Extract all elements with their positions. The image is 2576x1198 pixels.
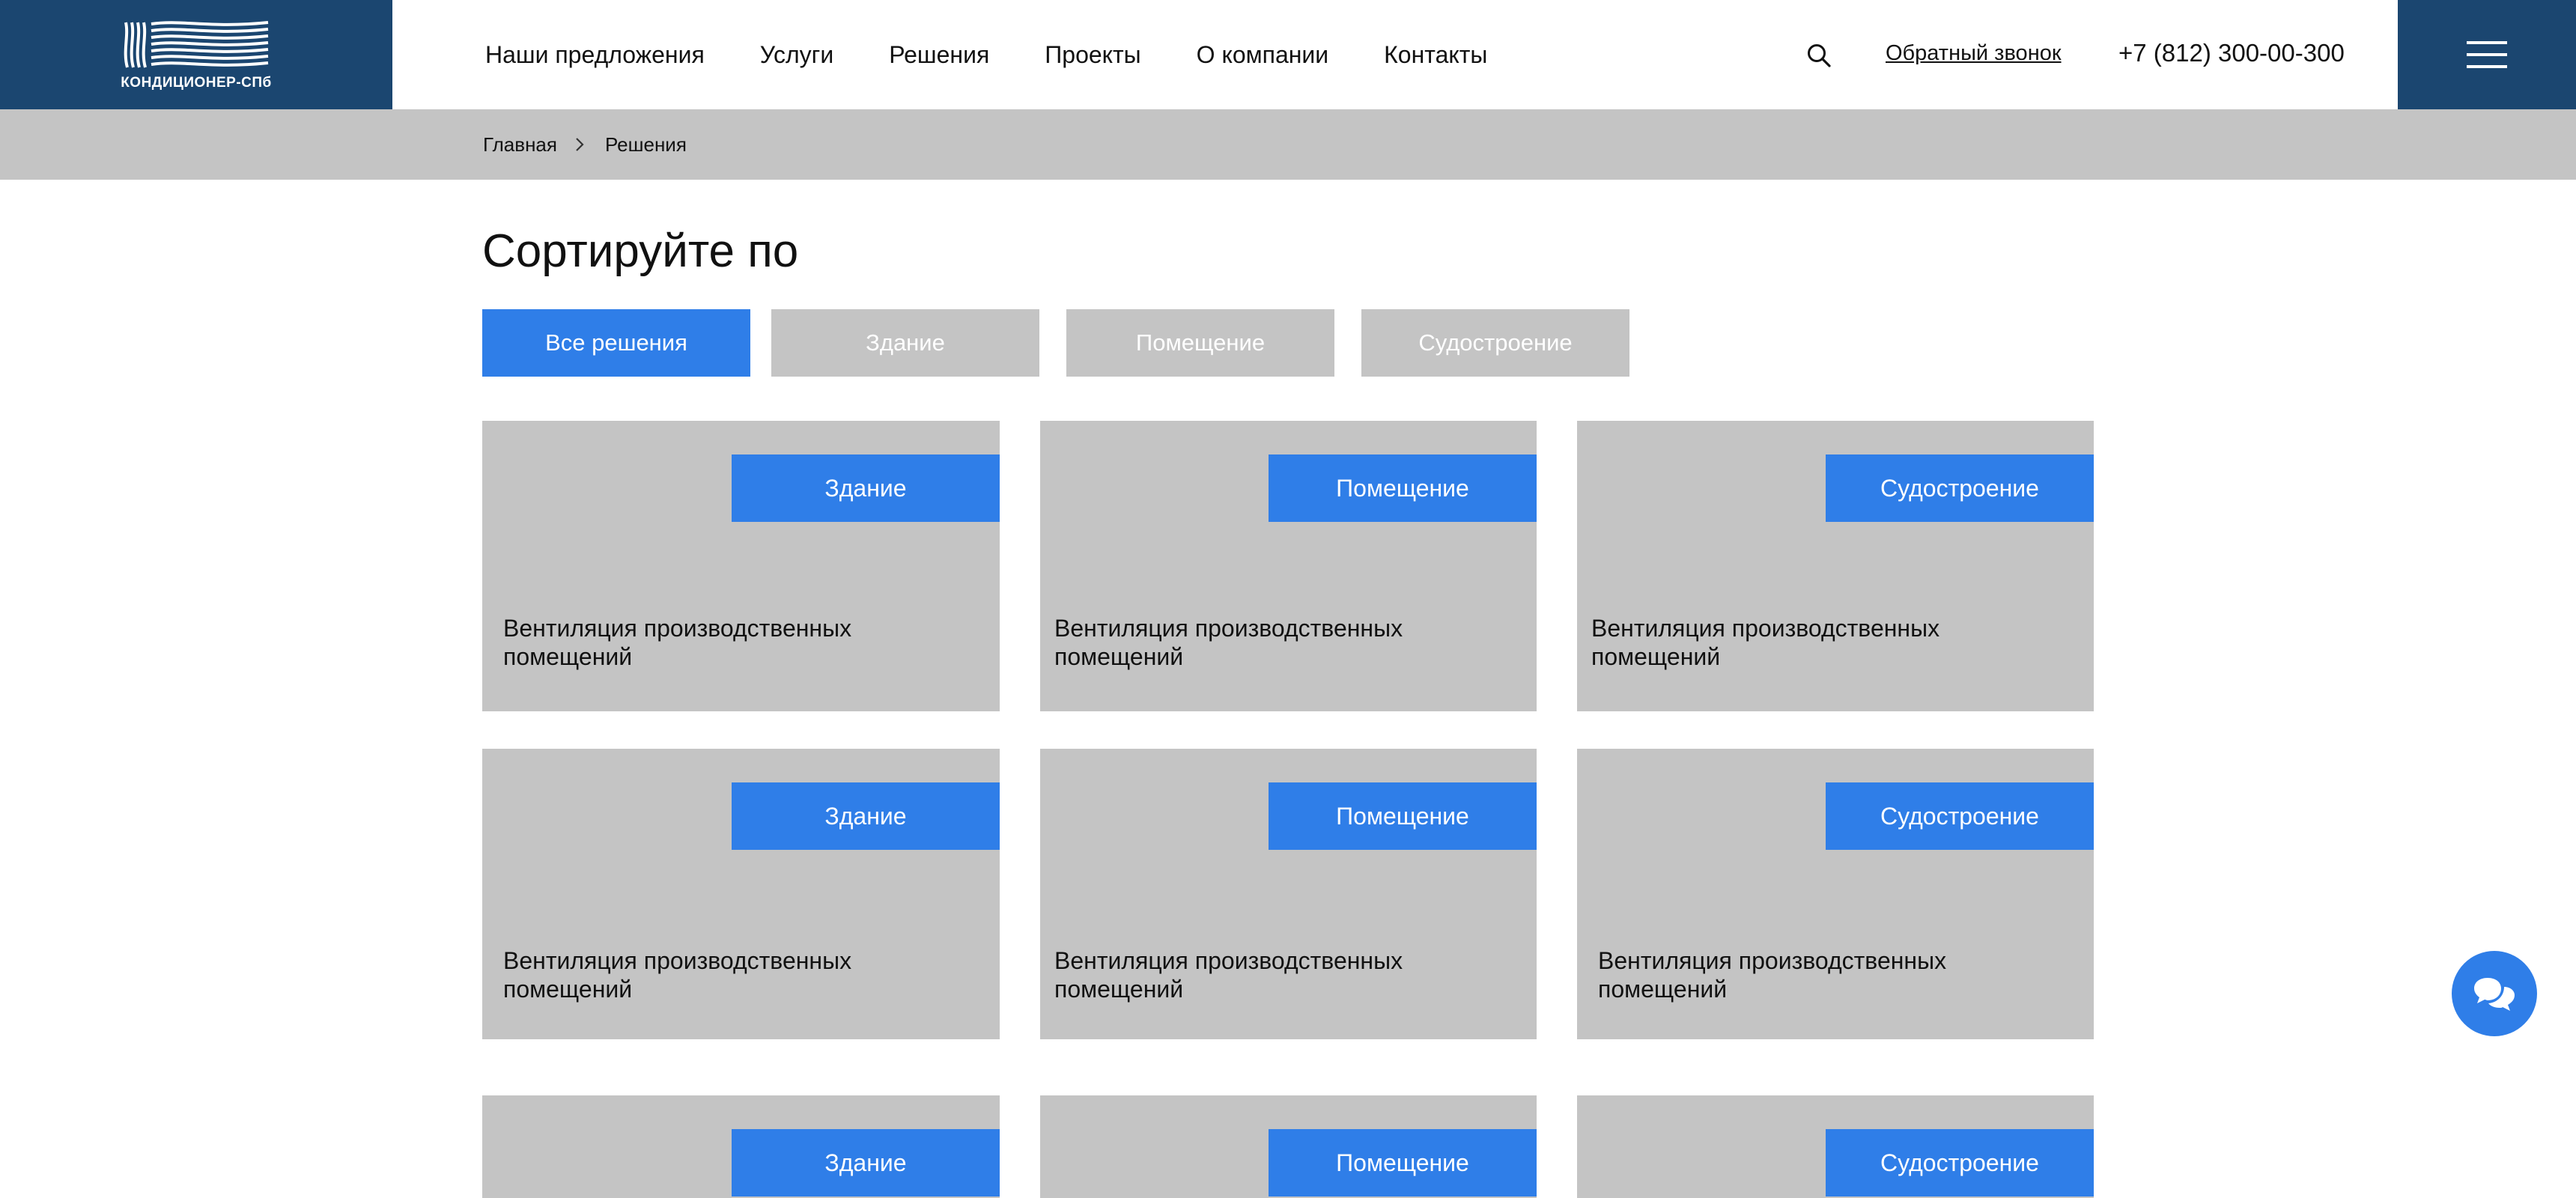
card-title: Вентиляция производственных помещений	[1054, 614, 1403, 671]
nav-item-contacts[interactable]: Контакты	[1384, 41, 1487, 69]
chevron-right-icon	[576, 138, 584, 151]
card-title-line: Вентиляция производственных	[503, 947, 852, 974]
card-tag[interactable]: Помещение	[1269, 454, 1537, 522]
card-title-line: помещений	[503, 976, 633, 1003]
card-title-line: Вентиляция производственных	[503, 615, 852, 642]
card-title-line: Вентиляция производственных	[1054, 947, 1403, 974]
nav-item-projects[interactable]: Проекты	[1045, 41, 1140, 69]
card-tag[interactable]: Здание	[732, 782, 1000, 850]
filter-shipbuilding[interactable]: Судостроение	[1361, 309, 1629, 377]
solution-card[interactable]: Помещение	[1040, 1095, 1537, 1198]
chat-button[interactable]	[2452, 951, 2537, 1036]
card-tag[interactable]: Судостроение	[1826, 454, 2094, 522]
card-tag[interactable]: Здание	[732, 454, 1000, 522]
card-title-line: помещений	[503, 643, 633, 670]
callback-link[interactable]: Обратный звонок	[1886, 41, 2062, 66]
card-title-line: Вентиляция производственных	[1598, 947, 1947, 974]
filter-all[interactable]: Все решения	[482, 309, 750, 377]
filter-building[interactable]: Здание	[771, 309, 1039, 377]
solution-card[interactable]: Судостроение Вентиляция производственных…	[1577, 421, 2094, 711]
main-nav: Наши предложения Услуги Решения Проекты …	[485, 0, 1487, 109]
card-tag[interactable]: Судостроение	[1826, 1129, 2094, 1197]
card-title: Вентиляция производственных помещений	[503, 614, 851, 671]
card-tag[interactable]: Помещение	[1269, 782, 1537, 850]
menu-button[interactable]	[2398, 0, 2576, 109]
solution-card[interactable]: Помещение Вентиляция производственных по…	[1040, 749, 1537, 1039]
hamburger-icon	[2467, 41, 2507, 68]
search-icon[interactable]	[1806, 43, 1832, 68]
breadcrumb: Главная Решения	[0, 109, 2576, 180]
card-tag[interactable]: Помещение	[1269, 1129, 1537, 1197]
breadcrumb-trail: Главная Решения	[483, 109, 687, 180]
solution-card[interactable]: Здание Вентиляция производственных помещ…	[482, 421, 1000, 711]
solution-card[interactable]: Здание	[482, 1095, 1000, 1198]
card-title: Вентиляция производственных помещений	[1591, 614, 1939, 671]
card-title-line: помещений	[1591, 643, 1721, 670]
phone-number[interactable]: +7 (812) 300-00-300	[2118, 39, 2345, 67]
solution-card[interactable]: Здание Вентиляция производственных помещ…	[482, 749, 1000, 1039]
card-title-line: помещений	[1054, 976, 1184, 1003]
solution-card[interactable]: Помещение Вентиляция производственных по…	[1040, 421, 1537, 711]
solution-card[interactable]: Судостроение Вентиляция производственных…	[1577, 749, 2094, 1039]
logo-text: КОНДИЦИОНЕР-СПб	[121, 75, 272, 91]
card-title-line: помещений	[1598, 976, 1728, 1003]
breadcrumb-current: Решения	[604, 133, 687, 156]
chat-bubbles-icon	[2474, 978, 2515, 1011]
nav-item-solutions[interactable]: Решения	[889, 41, 989, 69]
card-title-line: Вентиляция производственных	[1054, 615, 1403, 642]
nav-item-services[interactable]: Услуги	[760, 41, 833, 69]
breadcrumb-home[interactable]: Главная	[483, 133, 557, 156]
page-title: Сортируйте по	[482, 225, 799, 277]
logo-waves-icon	[124, 21, 269, 68]
card-title: Вентиляция производственных помещений	[1598, 946, 1946, 1003]
card-tag[interactable]: Здание	[732, 1129, 1000, 1197]
nav-item-offers[interactable]: Наши предложения	[485, 41, 705, 69]
card-title-line: Вентиляция производственных	[1591, 615, 1940, 642]
logo[interactable]: КОНДИЦИОНЕР-СПб	[0, 0, 392, 109]
nav-item-about[interactable]: О компании	[1197, 41, 1328, 69]
solution-card[interactable]: Судостроение	[1577, 1095, 2094, 1198]
site-header: КОНДИЦИОНЕР-СПб Наши предложения Услуги …	[0, 0, 2576, 109]
card-tag[interactable]: Судостроение	[1826, 782, 2094, 850]
card-title: Вентиляция производственных помещений	[1054, 946, 1403, 1003]
filter-room[interactable]: Помещение	[1066, 309, 1334, 377]
card-title-line: помещений	[1054, 643, 1184, 670]
card-title: Вентиляция производственных помещений	[503, 946, 851, 1003]
